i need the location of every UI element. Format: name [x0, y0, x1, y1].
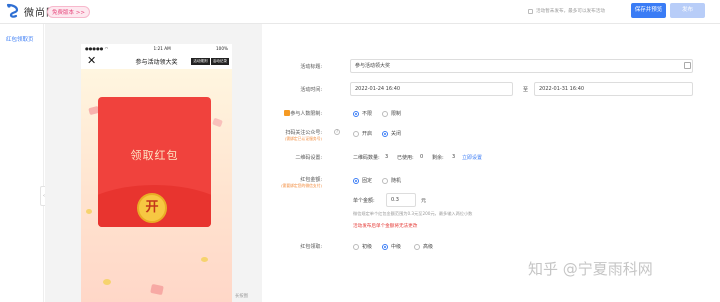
status-battery: 100% [216, 45, 228, 51]
nav-tags: 活动规则 活动记录 [191, 58, 229, 65]
radio-dot [382, 110, 388, 117]
radio-level-high[interactable]: 高级 [414, 243, 433, 250]
radio-random-amount[interactable]: 随机 [382, 177, 401, 184]
radio-follow-off[interactable]: 关闭 [382, 130, 401, 137]
emoji-icon[interactable] [684, 62, 691, 69]
top-bar: 微尚网 免费版本 >> 活动暂未发布，最多可以发布活动 保存并预览 发布 [0, 0, 720, 24]
help-icon[interactable]: ? [334, 129, 340, 135]
phone-status-bar: ●●●●● ◠ 1:21 AM 100% [81, 44, 232, 52]
signal-icon: ●●●●● ◠ [85, 45, 109, 51]
open-envelope-button[interactable]: 开 [137, 193, 167, 223]
radio-dot [353, 177, 359, 184]
radio-level-basic[interactable]: 初级 [353, 243, 372, 250]
radio-limited[interactable]: 限制 [382, 110, 401, 117]
deco-coin-icon [201, 257, 208, 262]
qrcode-used: 0 [420, 154, 424, 160]
phone-preview: ●●●●● ◠ 1:21 AM 100% ✕ 参与活动领大奖 活动规则 活动记录… [81, 44, 232, 302]
participant-limit-label: 参与人数限制: [290, 111, 322, 117]
radio-dot [382, 243, 388, 250]
qrcode-remaining-label: 剩余: [432, 155, 444, 161]
logo-icon [5, 3, 21, 19]
preview-canvas: ●●●●● ◠ 1:21 AM 100% ✕ 参与活动领大奖 活动规则 活动记录… [45, 24, 262, 302]
deco-envelope-icon [212, 117, 223, 128]
radio-follow-on[interactable]: 开启 [353, 130, 372, 137]
amount-unit: 元 [421, 198, 427, 204]
red-envelope: 领取红包 开 [98, 97, 211, 227]
amount-warning: 活动发布后单个金额将无法更改 [353, 224, 418, 229]
sidebar-item-redpacket-page[interactable]: 红包领取页 [6, 35, 34, 43]
activity-time-label: 活动时间: [300, 87, 322, 93]
qrcode-settings-label: 二维码设置: [295, 155, 322, 161]
watermark: 知乎 @宁夏雨科网 [528, 260, 653, 278]
start-time-input[interactable]: 2022-01-24 16:40 [350, 82, 513, 96]
phone-nav-bar: ✕ 参与活动领大奖 活动规则 活动记录 [81, 52, 232, 69]
publish-button[interactable]: 发布 [670, 3, 705, 18]
amount-label: 红包金额: [300, 177, 322, 183]
single-amount-label: 单个金额: [353, 198, 375, 204]
setup-now-link[interactable]: 立即设置 [462, 154, 482, 161]
qrcode-count-label: 二维码数量: [353, 155, 380, 161]
qrcode-count: 3 [385, 154, 389, 160]
follow-account-label: 扫码关注公众号: [285, 130, 322, 136]
save-preview-button[interactable]: 保存并预览 [631, 3, 666, 18]
qrcode-remaining: 3 [452, 154, 456, 160]
period-label: 红包领取: [300, 244, 322, 250]
sidebar: 红包领取页 [0, 24, 44, 302]
status-time: 1:21 AM [153, 45, 171, 51]
auto-save-checkbox[interactable] [528, 8, 533, 14]
activity-title-label: 活动标题: [300, 64, 322, 70]
activity-title-input[interactable]: 参与活动领大奖 [350, 59, 693, 73]
follow-account-sublabel: (需绑定已认证服务号) [284, 136, 322, 141]
auto-save-info: 活动暂未发布，最多可以发布活动 [528, 8, 605, 14]
single-amount-input[interactable]: 0.3 [386, 193, 416, 207]
end-time-input[interactable]: 2022-01-31 16:40 [534, 82, 693, 96]
canvas-footer: 长按图 [234, 294, 248, 299]
radio-dot [353, 243, 359, 250]
deco-coin-icon [86, 209, 92, 214]
records-tag[interactable]: 活动记录 [210, 58, 229, 65]
amount-sublabel: (需要绑定您的微信支付) [281, 183, 322, 188]
version-badge[interactable]: 免费版本 >> [47, 6, 90, 18]
radio-dot [382, 130, 388, 137]
radio-dot [353, 130, 359, 137]
auto-save-label: 活动暂未发布，最多可以发布活动 [536, 9, 605, 14]
radio-dot [353, 110, 359, 117]
radio-dot [382, 177, 388, 184]
rules-tag[interactable]: 活动规则 [191, 58, 210, 65]
envelope-title: 领取红包 [130, 149, 179, 162]
radio-level-mid[interactable]: 中级 [382, 243, 401, 250]
deco-coin-icon [103, 279, 111, 285]
radio-fixed-amount[interactable]: 固定 [353, 177, 372, 184]
deco-envelope-icon [150, 283, 164, 296]
radio-unlimited[interactable]: 不限 [353, 110, 372, 117]
time-separator: 至 [523, 87, 529, 93]
qrcode-used-label: 已使用: [397, 155, 414, 161]
amount-hint: 微信规定单个红包金额范围为0.3元至200元，最多输入两位小数 [353, 211, 473, 216]
radio-dot [414, 243, 420, 250]
